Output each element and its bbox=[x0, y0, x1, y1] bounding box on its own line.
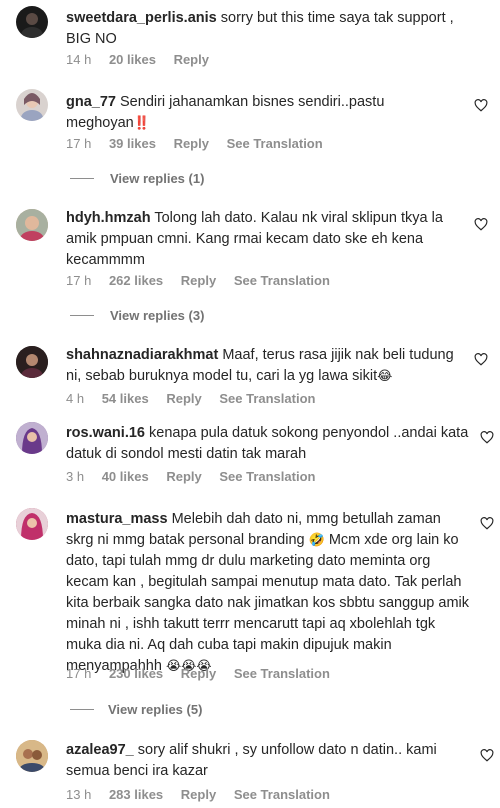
reply-button[interactable]: Reply bbox=[166, 391, 201, 406]
avatar[interactable] bbox=[16, 346, 48, 378]
like-heart-icon[interactable] bbox=[474, 353, 488, 366]
username[interactable]: ros.wani.16 bbox=[66, 425, 145, 441]
timestamp: 17 h bbox=[66, 273, 92, 288]
comment-text: gna_77 Sendiri jahanamkan bisnes sendiri… bbox=[66, 94, 385, 131]
see-translation-button[interactable]: See Translation bbox=[234, 787, 330, 802]
comment-meta: 13 h 283 likes Reply See Translation bbox=[66, 787, 344, 802]
avatar[interactable] bbox=[16, 89, 48, 121]
reply-button[interactable]: Reply bbox=[166, 469, 201, 484]
timestamp: 17 h bbox=[66, 666, 92, 681]
view-replies-divider bbox=[70, 178, 94, 179]
comment-text: mastura_mass Melebih dah dato ni, mmg be… bbox=[66, 511, 470, 674]
view-replies-divider bbox=[70, 315, 94, 316]
likes-count[interactable]: 262 likes bbox=[109, 273, 163, 288]
view-replies-button[interactable]: View replies (5) bbox=[108, 702, 202, 717]
like-heart-icon[interactable] bbox=[474, 99, 488, 112]
like-heart-icon[interactable] bbox=[480, 431, 494, 444]
likes-count[interactable]: 230 likes bbox=[109, 666, 163, 681]
reply-button[interactable]: Reply bbox=[181, 273, 216, 288]
comment-meta: 3 h 40 likes Reply See Translation bbox=[66, 469, 329, 484]
avatar[interactable] bbox=[16, 508, 48, 540]
likes-count[interactable]: 20 likes bbox=[109, 52, 156, 67]
timestamp: 4 h bbox=[66, 391, 85, 406]
avatar[interactable] bbox=[16, 422, 48, 454]
reply-button[interactable]: Reply bbox=[181, 666, 216, 681]
timestamp: 13 h bbox=[66, 787, 92, 802]
view-replies-button[interactable]: View replies (3) bbox=[110, 308, 204, 323]
avatar[interactable] bbox=[16, 740, 48, 772]
avatar[interactable] bbox=[16, 209, 48, 241]
comment-meta: 17 h 230 likes Reply See Translation bbox=[66, 666, 344, 681]
view-replies-divider bbox=[70, 709, 94, 710]
timestamp: 14 h bbox=[66, 52, 92, 67]
likes-count[interactable]: 54 likes bbox=[102, 391, 149, 406]
see-translation-button[interactable]: See Translation bbox=[227, 136, 323, 151]
likes-count[interactable]: 283 likes bbox=[109, 787, 163, 802]
double-exclamation-emoji: ‼️ bbox=[133, 116, 150, 131]
see-translation-button[interactable]: See Translation bbox=[234, 273, 330, 288]
username[interactable]: hdyh.hmzah bbox=[66, 210, 151, 226]
like-heart-icon[interactable] bbox=[480, 517, 494, 530]
username[interactable]: gna_77 bbox=[66, 94, 116, 110]
rofl-emoji: 🤣 bbox=[308, 533, 325, 548]
avatar[interactable] bbox=[16, 6, 48, 38]
comment-text: sweetdara_perlis.anis sorry but this tim… bbox=[66, 10, 454, 47]
comment-meta: 17 h 39 likes Reply See Translation bbox=[66, 136, 337, 151]
see-translation-button[interactable]: See Translation bbox=[219, 391, 315, 406]
comment-text: azalea97_ sory alif shukri , sy unfollow… bbox=[66, 742, 437, 779]
username[interactable]: shahnaznadiarakhmat bbox=[66, 347, 218, 363]
like-heart-icon[interactable] bbox=[480, 749, 494, 762]
laughing-emoji: 😂 bbox=[377, 369, 393, 384]
reply-button[interactable]: Reply bbox=[181, 787, 216, 802]
like-heart-icon[interactable] bbox=[474, 218, 488, 231]
likes-count[interactable]: 40 likes bbox=[102, 469, 149, 484]
comment-meta: 17 h 262 likes Reply See Translation bbox=[66, 273, 344, 288]
reply-button[interactable]: Reply bbox=[174, 136, 209, 151]
timestamp: 3 h bbox=[66, 469, 85, 484]
username[interactable]: mastura_mass bbox=[66, 511, 168, 527]
comment-meta: 14 h 20 likes Reply bbox=[66, 52, 223, 67]
comment-meta: 4 h 54 likes Reply See Translation bbox=[66, 391, 329, 406]
likes-count[interactable]: 39 likes bbox=[109, 136, 156, 151]
view-replies-button[interactable]: View replies (1) bbox=[110, 171, 204, 186]
reply-button[interactable]: Reply bbox=[174, 52, 209, 67]
timestamp: 17 h bbox=[66, 136, 92, 151]
see-translation-button[interactable]: See Translation bbox=[219, 469, 315, 484]
comment-text: shahnaznadiarakhmat Maaf, terus rasa jij… bbox=[66, 347, 454, 384]
username[interactable]: azalea97_ bbox=[66, 742, 134, 758]
comment-text: ros.wani.16 kenapa pula datuk sokong pen… bbox=[66, 425, 469, 462]
comment-text: hdyh.hmzah Tolong lah dato. Kalau nk vir… bbox=[66, 210, 443, 268]
see-translation-button[interactable]: See Translation bbox=[234, 666, 330, 681]
username[interactable]: sweetdara_perlis.anis bbox=[66, 10, 217, 26]
